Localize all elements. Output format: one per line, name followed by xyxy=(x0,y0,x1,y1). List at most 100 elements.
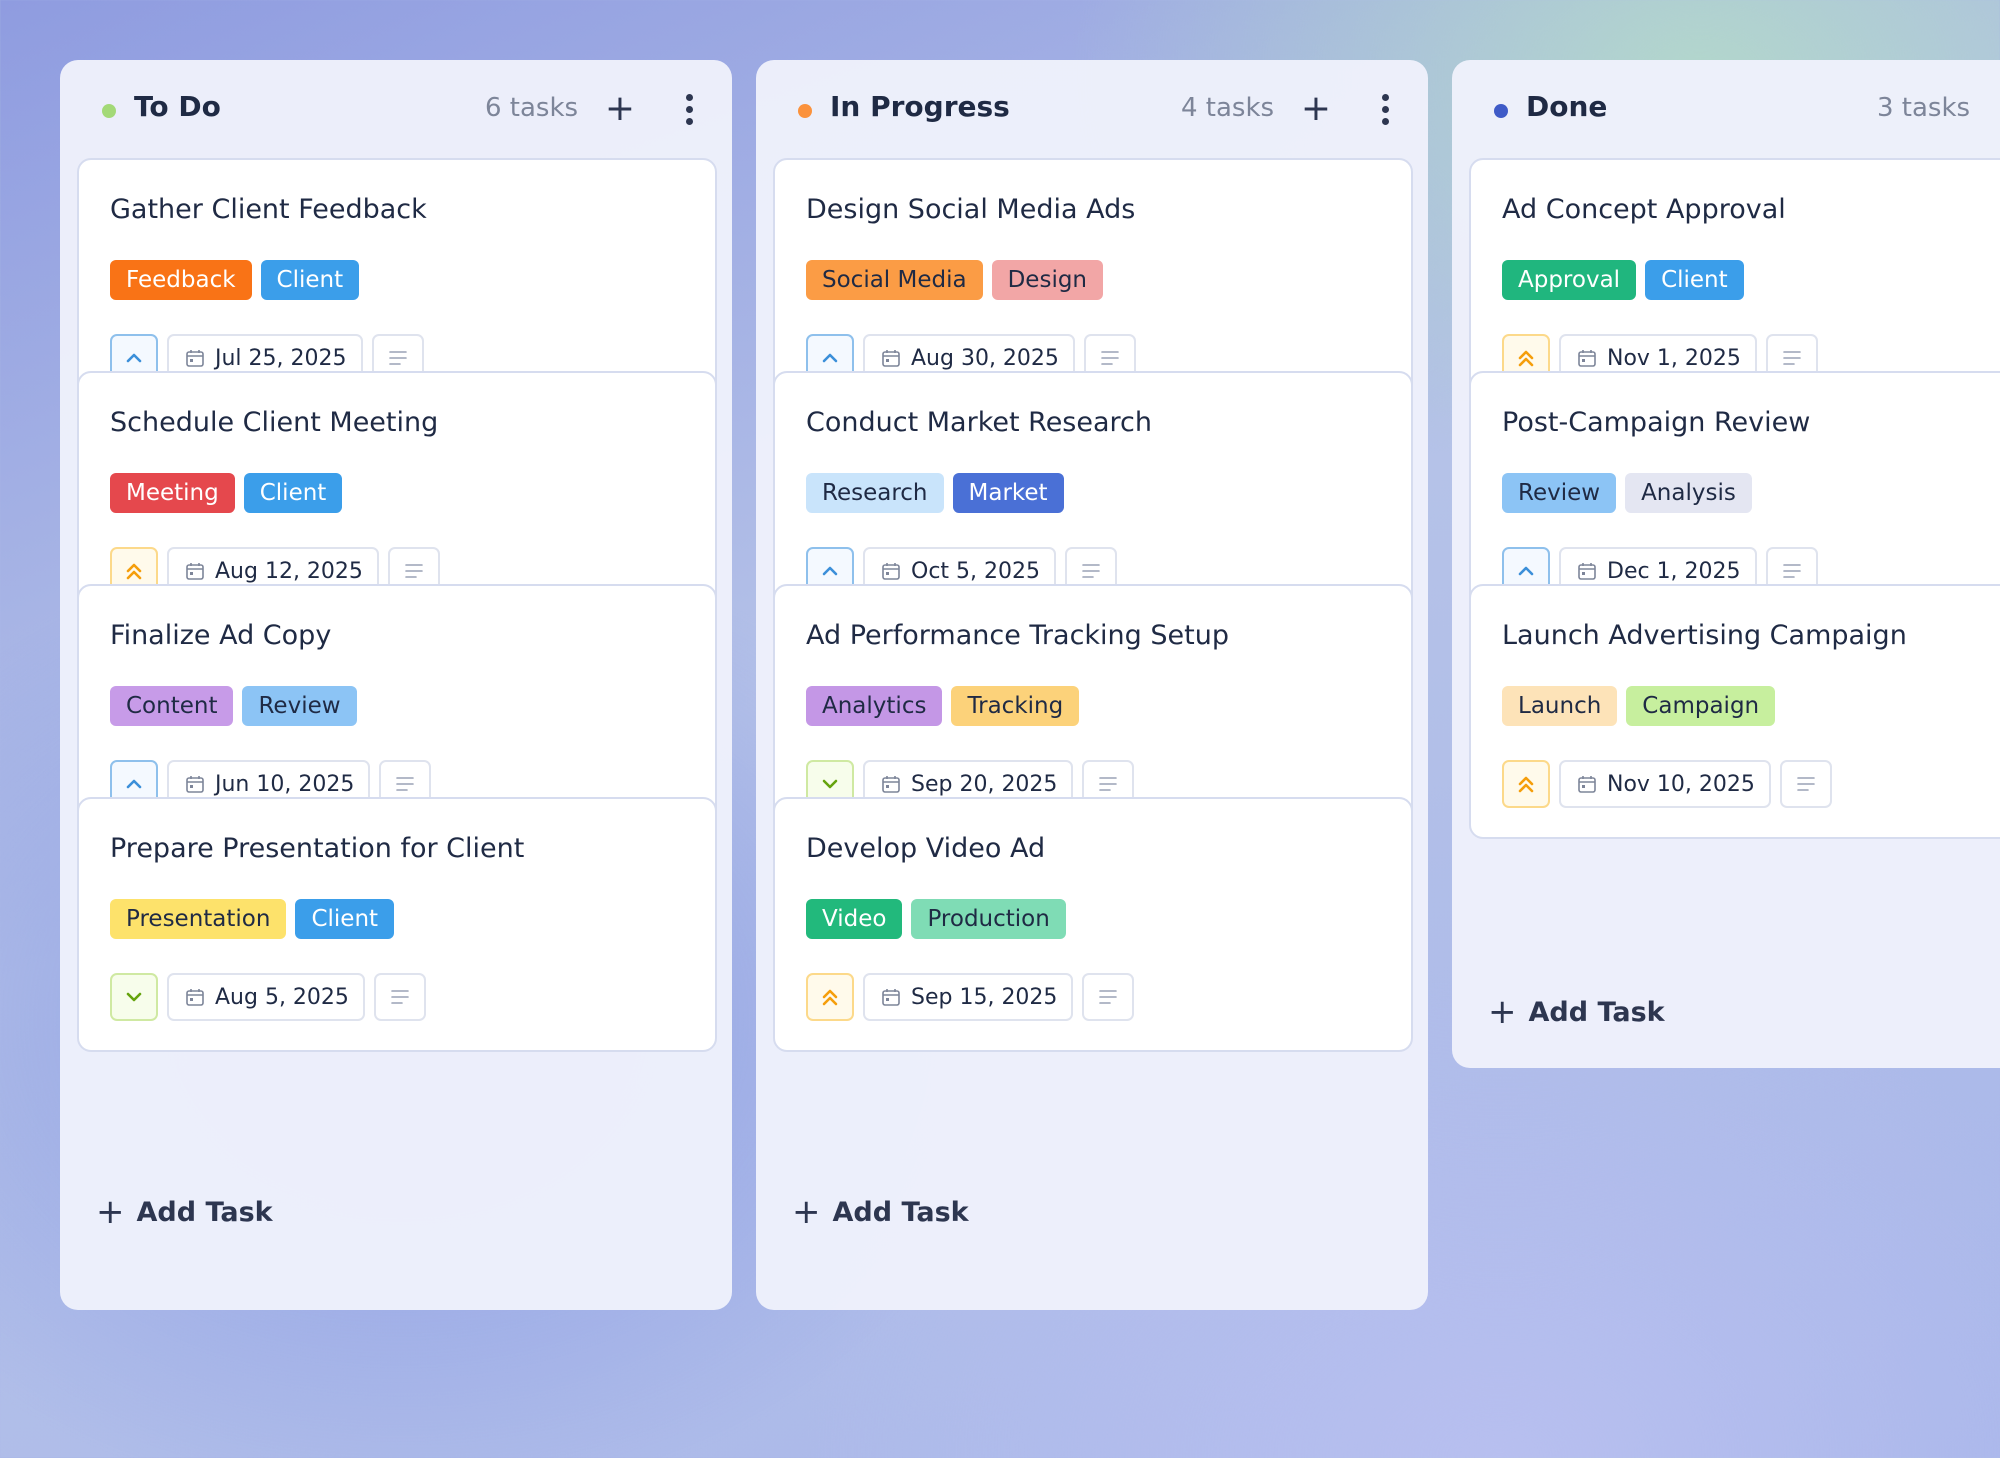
notes-button[interactable] xyxy=(1082,973,1135,1021)
add-card-button[interactable]: + xyxy=(1299,90,1333,130)
double-chevron-up-icon xyxy=(1518,350,1534,367)
card-list: Design Social Media Ads Social Media Desig… xyxy=(773,158,1413,1208)
tag-badge[interactable]: Client xyxy=(243,473,343,513)
due-date: Nov 10, 2025 xyxy=(1607,771,1755,797)
card-meta: Aug 5, 2025 xyxy=(110,973,426,1021)
task-count: 4 tasks xyxy=(1181,93,1275,123)
more-vertical-icon[interactable] xyxy=(679,90,699,130)
tag-badge[interactable]: Analysis xyxy=(1625,473,1752,513)
calendar-icon xyxy=(882,350,900,367)
double-chevron-up-icon xyxy=(1518,776,1534,793)
notes-button[interactable] xyxy=(373,973,426,1021)
tag-badge[interactable]: Launch xyxy=(1502,686,1618,726)
card-title: Schedule Client Meeting xyxy=(110,407,439,438)
tag-badge[interactable]: Tracking xyxy=(951,686,1080,726)
notes-icon xyxy=(388,351,407,365)
calendar-icon xyxy=(186,989,204,1006)
column-title: To Do xyxy=(134,90,221,123)
chevron-up-icon xyxy=(126,353,142,363)
status-dot xyxy=(102,104,116,118)
card-list: Ad Concept Approval Approval Client Nov 1, … xyxy=(1469,158,2000,998)
card-title: Post-Campaign Review xyxy=(1502,407,1811,438)
tag-badge[interactable]: Client xyxy=(1645,260,1744,300)
due-date: Jun 10, 2025 xyxy=(215,771,355,797)
priority-button[interactable] xyxy=(110,973,158,1021)
task-card[interactable]: Prepare Presentation for Client Presentat… xyxy=(77,797,717,1052)
due-date: Jul 25, 2025 xyxy=(215,345,347,371)
tag-badge[interactable]: Client xyxy=(295,899,395,939)
due-date: Aug 30, 2025 xyxy=(911,345,1059,371)
due-date: Nov 1, 2025 xyxy=(1607,345,1741,371)
task-card[interactable]: Develop Video Ad Video Production Sep 15, 2… xyxy=(773,797,1413,1052)
chevron-up-icon xyxy=(822,566,838,576)
add-task-button[interactable]: + Add Task xyxy=(1488,992,1665,1032)
tag-list: Feedback Client xyxy=(110,260,360,300)
notes-icon xyxy=(1797,777,1815,791)
card-title: Ad Performance Tracking Setup xyxy=(806,620,1229,651)
add-task-label: Add Task xyxy=(136,1196,273,1228)
card-title: Prepare Presentation for Client xyxy=(110,833,525,864)
due-date-button[interactable]: Aug 5, 2025 xyxy=(167,973,365,1021)
due-date-button[interactable]: Nov 10, 2025 xyxy=(1559,760,1771,808)
add-task-button[interactable]: + Add Task xyxy=(96,1192,273,1232)
tag-badge[interactable]: Social Media xyxy=(806,260,983,300)
tag-badge[interactable]: Content xyxy=(110,686,234,726)
notes-icon xyxy=(1101,351,1119,365)
column-header: In Progress 4 tasks + xyxy=(756,60,1428,158)
plus-icon: + xyxy=(792,1192,821,1232)
more-vertical-icon[interactable] xyxy=(1375,90,1395,130)
tag-badge[interactable]: Review xyxy=(1502,473,1617,513)
priority-button[interactable] xyxy=(1502,760,1550,808)
plus-icon: + xyxy=(1488,992,1517,1032)
card-title: Finalize Ad Copy xyxy=(110,620,332,651)
due-date: Aug 5, 2025 xyxy=(215,984,349,1010)
tag-list: Content Review xyxy=(110,686,357,726)
tag-badge[interactable]: Approval xyxy=(1502,260,1637,300)
tag-badge[interactable]: Design xyxy=(991,260,1104,300)
task-count: 6 tasks xyxy=(485,93,579,123)
column-header: To Do 6 tasks + xyxy=(60,60,732,158)
tag-badge[interactable]: Analytics xyxy=(806,686,943,726)
tag-badge[interactable]: Video xyxy=(806,899,903,939)
kanban-board: To Do 6 tasks + Gather Client Feedback Fe… xyxy=(60,60,2000,1458)
add-card-button[interactable]: + xyxy=(603,90,637,130)
tag-list: Video Production xyxy=(806,899,1066,939)
notes-button[interactable] xyxy=(1779,760,1832,808)
calendar-icon xyxy=(1578,776,1596,793)
due-date: Dec 1, 2025 xyxy=(1607,558,1741,584)
double-chevron-up-icon xyxy=(126,563,142,580)
tag-badge[interactable]: Campaign xyxy=(1626,686,1776,726)
tag-list: Analytics Tracking xyxy=(806,686,1080,726)
tag-list: Launch Campaign xyxy=(1502,686,1776,726)
tag-badge[interactable]: Production xyxy=(911,899,1066,939)
task-card[interactable]: Launch Advertising Campaign Launch Campaig… xyxy=(1469,584,2000,839)
notes-icon xyxy=(1099,777,1118,791)
card-title: Conduct Market Research xyxy=(806,407,1152,438)
tag-badge[interactable]: Client xyxy=(260,260,360,300)
tag-badge[interactable]: Presentation xyxy=(110,899,287,939)
chevron-down-icon xyxy=(126,992,142,1002)
due-date: Sep 20, 2025 xyxy=(911,771,1058,797)
tag-badge[interactable]: Review xyxy=(242,686,357,726)
card-title: Gather Client Feedback xyxy=(110,194,427,225)
card-meta: Nov 10, 2025 xyxy=(1502,760,1832,808)
tag-list: Research Market xyxy=(806,473,1064,513)
card-title: Launch Advertising Campaign xyxy=(1502,620,1907,651)
tag-badge[interactable]: Meeting xyxy=(110,473,235,513)
plus-icon: + xyxy=(96,1192,125,1232)
column-todo: To Do 6 tasks + Gather Client Feedback Fe… xyxy=(60,60,732,1310)
column-in-progress: In Progress 4 tasks + Design Social Medi… xyxy=(756,60,1428,1310)
tag-badge[interactable]: Feedback xyxy=(110,260,252,300)
column-title: In Progress xyxy=(830,90,1010,123)
due-date: Sep 15, 2025 xyxy=(911,984,1058,1010)
column-header: Done 3 tasks xyxy=(1452,60,2000,158)
calendar-icon xyxy=(882,776,900,793)
double-chevron-up-icon xyxy=(822,989,838,1006)
tag-badge[interactable]: Research xyxy=(806,473,944,513)
due-date-button[interactable]: Sep 15, 2025 xyxy=(863,973,1074,1021)
priority-button[interactable] xyxy=(806,973,854,1021)
tag-list: Meeting Client xyxy=(110,473,343,513)
notes-icon xyxy=(1782,564,1801,578)
add-task-button[interactable]: + Add Task xyxy=(792,1192,969,1232)
tag-badge[interactable]: Market xyxy=(952,473,1064,513)
